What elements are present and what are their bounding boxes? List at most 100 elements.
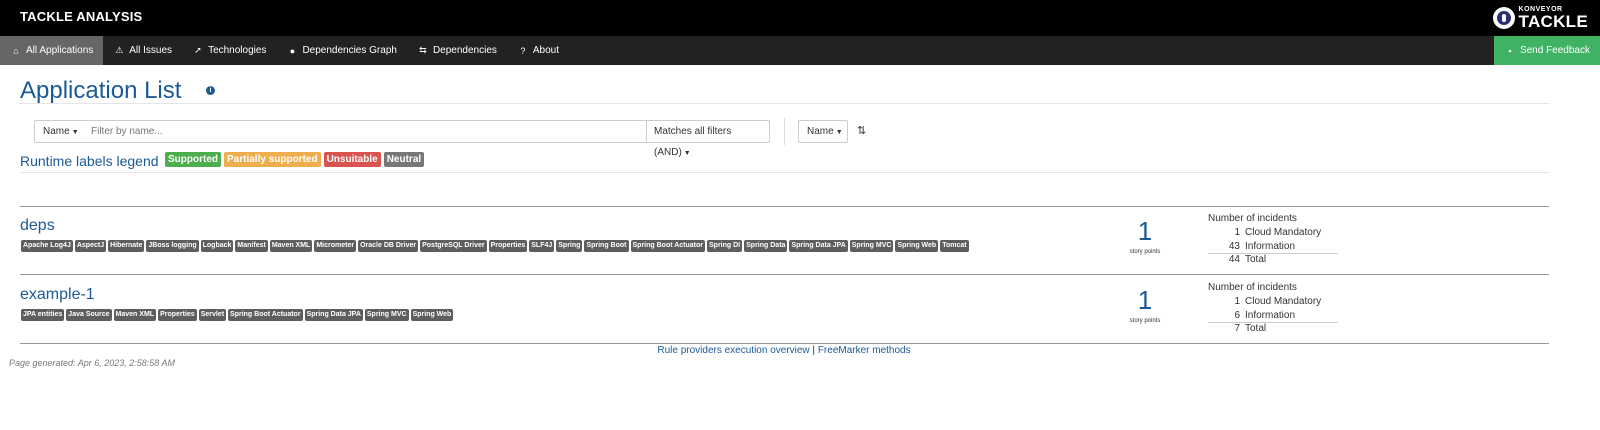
technology-tag: SLF4J xyxy=(529,240,555,252)
technology-tag: Spring Boot Actuator xyxy=(630,240,706,252)
incident-count: 43 xyxy=(1228,240,1240,252)
nav-item-label: All Applications xyxy=(26,45,94,56)
incident-count: 1 xyxy=(1234,296,1240,307)
story-points-label: story points xyxy=(1129,249,1161,255)
transfer-icon: ⇆ xyxy=(419,45,427,55)
technology-tag: Manifest xyxy=(235,240,268,252)
rocket-icon: ➚ xyxy=(194,45,202,55)
caret-down-icon: ▼ xyxy=(683,150,691,157)
send-feedback-label: Send Feedback xyxy=(1519,45,1590,56)
row-divider xyxy=(20,274,1549,275)
nav-item-dependencies[interactable]: ⇆ Dependencies xyxy=(407,36,507,65)
nav-item-label: Technologies xyxy=(208,45,267,56)
incident-count: 1 xyxy=(1234,227,1240,238)
technology-tag: Spring DI xyxy=(707,240,743,252)
technology-tag: Spring MVC xyxy=(849,240,894,252)
toolbar-separator xyxy=(784,118,785,145)
technology-tag: Maven XML xyxy=(269,240,313,252)
nav-item-about[interactable]: ? About xyxy=(507,36,569,65)
technology-tag: Spring Web xyxy=(410,309,454,321)
nav-item-label: Dependencies Graph xyxy=(302,45,397,56)
warning-icon: ⚠ xyxy=(115,45,124,55)
story-points-label: story points xyxy=(1129,318,1161,324)
technology-tag: PostgreSQL Driver xyxy=(420,240,487,252)
legend-badge-partially-supported: Partially supported xyxy=(224,152,321,167)
legend-badge-neutral: Neutral xyxy=(383,152,425,167)
match-mode-dropdown[interactable]: Matches all filters (AND) ▼ xyxy=(646,120,770,158)
send-feedback-button[interactable]: ▪ Send Feedback xyxy=(1493,36,1600,65)
incident-total-count: 44 xyxy=(1228,254,1240,265)
title-divider xyxy=(20,103,1549,104)
incident-total-count: 7 xyxy=(1234,323,1240,334)
incidents-title: Number of incidents xyxy=(1208,282,1297,293)
technology-tag: Properties xyxy=(488,240,528,252)
runtime-labels-legend-title: Runtime labels legend xyxy=(20,153,159,169)
nav-item-all-issues[interactable]: ⚠ All Issues xyxy=(103,36,182,65)
top-bar: TACKLE ANALYSIS KONVEYOR TACKLE xyxy=(0,0,1600,36)
legend-badge-supported: Supported xyxy=(165,152,221,167)
technology-tag: AspectJ xyxy=(74,240,107,252)
konveyor-tackle-logo: KONVEYOR TACKLE xyxy=(1492,4,1588,32)
nav-item-dependencies-graph[interactable]: ● Dependencies Graph xyxy=(276,36,407,65)
technology-tag: Servlet xyxy=(198,309,227,321)
info-icon[interactable]: i xyxy=(206,86,215,95)
footer-links: Rule providers execution overview | Free… xyxy=(0,345,1568,356)
incident-label: Cloud Mandatory xyxy=(1245,296,1322,307)
freemarker-methods-link[interactable]: FreeMarker methods xyxy=(818,345,911,356)
incident-total-label: Total xyxy=(1245,323,1267,334)
incident-label: Information xyxy=(1245,240,1296,252)
page-generated-timestamp: Page generated: Apr 6, 2023, 2:58:58 AM xyxy=(9,358,175,368)
application-row: deps Apache Log4J AspectJ Hibernate JBoss lo… xyxy=(20,213,1549,276)
comment-icon: ▪ xyxy=(1508,45,1512,56)
page-title: Application List xyxy=(20,77,182,104)
legend-badge-unsuitable: Unsuitable xyxy=(323,152,381,167)
sort-alpha-icon[interactable]: ⇅ xyxy=(857,124,866,137)
technology-tag: JBoss logging xyxy=(146,240,199,252)
technology-tag: Spring MVC xyxy=(364,309,409,321)
filter-field-dropdown[interactable]: Name ▼ xyxy=(34,120,84,143)
home-icon: ⌂ xyxy=(13,45,19,56)
nav-item-technologies[interactable]: ➚ Technologies xyxy=(182,36,276,65)
technology-tag: Spring xyxy=(556,240,583,252)
technology-tag: Spring Boot xyxy=(584,240,629,252)
caret-down-icon: ▼ xyxy=(835,129,843,136)
sort-field-dropdown[interactable]: Name ▼ xyxy=(798,120,848,143)
incident-label: Cloud Mandatory xyxy=(1245,227,1322,238)
application-name-link[interactable]: example-1 xyxy=(20,286,95,304)
incident-count: 6 xyxy=(1234,309,1240,321)
technology-tag: JPA entities xyxy=(21,309,65,321)
incident-label: Information xyxy=(1245,309,1296,321)
technology-tag: Oracle DB Driver xyxy=(358,240,419,252)
runtime-labels-legend: Supported Partially supported Unsuitable Ne… xyxy=(165,152,425,167)
rule-providers-link[interactable]: Rule providers execution overview xyxy=(657,345,809,356)
technology-tag: Spring Web xyxy=(895,240,939,252)
technology-tag: Spring Boot Actuator xyxy=(228,309,303,321)
nav-item-label: All Issues xyxy=(129,45,173,56)
application-row: example-1 JPA entities Java Source Maven XM… xyxy=(20,282,1549,345)
technology-tag: Java Source xyxy=(66,309,112,321)
main-navigation: ⌂ All Applications ⚠ All Issues ➚ Technologie… xyxy=(0,36,1600,65)
filter-name-input[interactable] xyxy=(83,120,647,143)
technology-tags: Apache Log4J AspectJ Hibernate JBoss loggin… xyxy=(21,240,969,252)
logo-big-text: TACKLE xyxy=(1518,12,1588,31)
technology-tag: Spring Data JPA xyxy=(789,240,848,252)
list-bottom-divider xyxy=(20,343,1549,344)
technology-tag: Maven XML xyxy=(113,309,157,321)
technology-tag: Logback xyxy=(200,240,234,252)
legend-divider xyxy=(20,172,1549,173)
technology-tag: Properties xyxy=(158,309,197,321)
caret-down-icon: ▼ xyxy=(71,129,79,136)
nav-item-label: About xyxy=(532,45,560,56)
list-top-divider xyxy=(20,206,1549,207)
technology-tag: Apache Log4J xyxy=(21,240,73,252)
technology-tags: JPA entities Java Source Maven XML Properti… xyxy=(21,309,454,321)
incidents-title: Number of incidents xyxy=(1208,213,1297,224)
technology-tag: Micrometer xyxy=(314,240,357,252)
application-name-link[interactable]: deps xyxy=(20,217,55,235)
story-points-value: 1 xyxy=(1137,285,1153,315)
story-points-value: 1 xyxy=(1137,216,1153,246)
link-separator: | xyxy=(809,345,818,356)
technology-tag: Hibernate xyxy=(108,240,145,252)
tackle-logo-icon xyxy=(1492,7,1515,29)
nav-item-all-applications[interactable]: ⌂ All Applications xyxy=(0,36,104,65)
